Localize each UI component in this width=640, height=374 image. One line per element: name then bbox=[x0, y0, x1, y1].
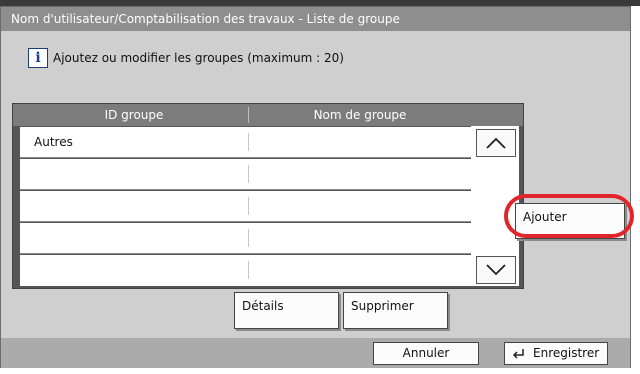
table-row[interactable]: Autres bbox=[20, 127, 471, 158]
save-button[interactable]: Enregistrer bbox=[504, 342, 608, 365]
table-row[interactable] bbox=[20, 255, 471, 286]
table-row[interactable] bbox=[20, 223, 471, 254]
cancel-button[interactable]: Annuler bbox=[373, 342, 479, 365]
add-button-label: Ajouter bbox=[523, 210, 567, 224]
chevron-down-icon bbox=[486, 264, 506, 276]
scroll-up-button[interactable] bbox=[476, 129, 516, 157]
scrollbar[interactable] bbox=[471, 126, 519, 286]
delete-button[interactable]: Supprimer bbox=[343, 292, 448, 329]
group-list-dialog: Nom d'utilisateur/Comptabilisation des t… bbox=[0, 6, 631, 368]
column-divider bbox=[248, 229, 249, 247]
header-group-id: ID groupe bbox=[104, 108, 164, 122]
scroll-down-button[interactable] bbox=[476, 256, 516, 284]
header-group-name: Nom de groupe bbox=[313, 108, 407, 122]
group-id-cell: Autres bbox=[34, 135, 73, 149]
save-button-label: Enregistrer bbox=[533, 346, 600, 360]
info-message: Ajoutez ou modifier les groupes (maximum… bbox=[53, 51, 344, 65]
details-button-label: Détails bbox=[242, 299, 284, 313]
bottom-bar: Annuler Enregistrer bbox=[1, 338, 630, 368]
column-divider bbox=[248, 133, 249, 151]
details-button[interactable]: Détails bbox=[234, 292, 339, 329]
table-row[interactable] bbox=[20, 191, 471, 222]
column-divider bbox=[248, 165, 249, 183]
enter-icon bbox=[512, 349, 524, 359]
add-button[interactable]: Ajouter bbox=[515, 203, 625, 239]
list-header: ID groupe Nom de groupe bbox=[13, 104, 523, 126]
window-title: Nom d'utilisateur/Comptabilisation des t… bbox=[1, 7, 630, 31]
column-divider bbox=[248, 261, 249, 279]
table-row[interactable] bbox=[20, 159, 471, 190]
column-divider bbox=[248, 197, 249, 215]
cancel-button-label: Annuler bbox=[402, 346, 450, 360]
chevron-up-icon bbox=[486, 137, 506, 149]
info-icon: i bbox=[28, 48, 48, 68]
group-list: ID groupe Nom de groupe Autres bbox=[12, 103, 524, 289]
delete-button-label: Supprimer bbox=[351, 299, 414, 313]
